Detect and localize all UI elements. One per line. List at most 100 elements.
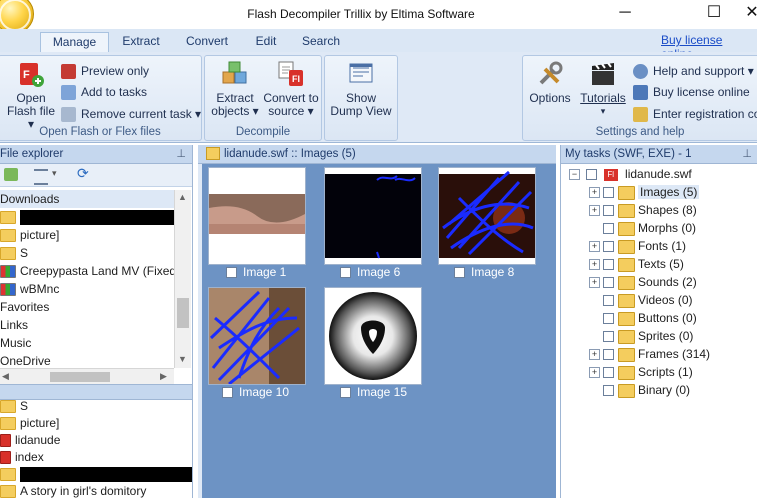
collapse-icon[interactable]: −: [569, 169, 580, 181]
tree-item-images[interactable]: + Images (5): [589, 183, 757, 201]
checkbox[interactable]: [603, 295, 615, 307]
tree-item-videos[interactable]: Videos (0): [589, 291, 757, 309]
checkbox[interactable]: [340, 387, 351, 399]
scroll-left-icon[interactable]: ◀: [2, 371, 9, 382]
list-item[interactable]: Music: [0, 334, 174, 352]
tab-extract[interactable]: Extract: [115, 32, 167, 52]
enter-registration-button[interactable]: Enter registration co: [633, 105, 757, 123]
expand-icon[interactable]: +: [589, 187, 600, 199]
list-item[interactable]: OneDrive: [0, 352, 174, 368]
extract-objects-button[interactable]: Extract objects ▾: [209, 60, 261, 118]
tree-item-scripts[interactable]: + Scripts (1): [589, 363, 757, 381]
pin-icon[interactable]: ⊥: [742, 145, 752, 163]
checkbox[interactable]: [340, 267, 351, 279]
view-list-icon[interactable]: [34, 169, 48, 185]
open-flash-file-button[interactable]: F Open Flash file ▾: [3, 60, 59, 131]
checkbox[interactable]: [603, 331, 615, 343]
folder-icon: [0, 247, 16, 261]
checkbox[interactable]: [603, 223, 615, 235]
tree-item-sounds[interactable]: + Sounds (2): [589, 273, 757, 291]
checkbox[interactable]: [226, 267, 237, 279]
folder-tree-vscroll[interactable]: ▲ ▼: [174, 190, 191, 368]
checkbox[interactable]: [222, 387, 233, 399]
preview-only-button[interactable]: Preview only: [61, 62, 149, 80]
tab-search[interactable]: Search: [296, 32, 346, 52]
remove-current-task-button[interactable]: Remove current task ▾: [61, 105, 201, 123]
show-dump-view-button[interactable]: Show Dump View: [327, 60, 395, 118]
scroll-up-icon[interactable]: ▲: [178, 192, 187, 202]
expand-icon[interactable]: +: [589, 367, 600, 379]
tab-edit[interactable]: Edit: [248, 32, 284, 52]
list-item[interactable]: A story in girl's domitory: [0, 483, 192, 498]
maximize-button[interactable]: ☐: [697, 2, 731, 24]
list-item[interactable]: Links: [0, 316, 174, 334]
pin-icon[interactable]: ⊥: [176, 145, 186, 163]
image-item-label[interactable]: Image 6: [340, 265, 400, 279]
checkbox[interactable]: [603, 385, 615, 397]
tree-root[interactable]: − Fl lidanude.swf: [569, 165, 692, 183]
list-item[interactable]: [0, 466, 192, 483]
checkbox[interactable]: [603, 313, 615, 325]
checkbox[interactable]: [603, 259, 615, 271]
tab-convert[interactable]: Convert: [179, 32, 235, 52]
list-item[interactable]: index: [0, 449, 192, 466]
vscroll-thumb[interactable]: [177, 298, 189, 328]
hscroll-thumb[interactable]: [50, 372, 110, 382]
tutorials-button[interactable]: Tutorials ▾: [577, 60, 629, 118]
checkbox[interactable]: [586, 169, 598, 181]
tree-item-sprites[interactable]: Sprites (0): [589, 327, 757, 345]
image-item-label[interactable]: Image 8: [454, 265, 514, 279]
checkbox[interactable]: [603, 277, 615, 289]
refresh-icon[interactable]: ⟳: [77, 165, 89, 182]
buy-license-button[interactable]: Buy license online: [633, 83, 750, 101]
checkbox[interactable]: [603, 241, 615, 253]
add-to-tasks-button[interactable]: Add to tasks: [61, 83, 147, 101]
list-item[interactable]: [0, 208, 174, 226]
checkbox[interactable]: [603, 205, 615, 217]
view-dropdown-icon[interactable]: ▾: [52, 168, 57, 179]
list-item[interactable]: lidanude: [0, 432, 192, 449]
list-item[interactable]: S: [0, 244, 174, 262]
expand-icon[interactable]: +: [589, 349, 600, 361]
image-item-label[interactable]: Image 10: [222, 385, 289, 399]
image-item-label[interactable]: Image 15: [340, 385, 407, 399]
checkbox[interactable]: [603, 367, 615, 379]
thumbnail-image-8[interactable]: [438, 167, 536, 265]
list-item[interactable]: Downloads: [0, 190, 174, 208]
close-button[interactable]: ✕: [735, 2, 757, 24]
tree-item-frames[interactable]: + Frames (314): [589, 345, 757, 363]
options-button[interactable]: Options: [525, 60, 575, 105]
image-item-label[interactable]: Image 1: [226, 265, 286, 279]
help-support-button[interactable]: Help and support ▾: [633, 62, 754, 80]
list-item[interactable]: picture]: [0, 226, 174, 244]
go-up-folder-icon[interactable]: [4, 168, 18, 181]
thumbnail-image-6[interactable]: [324, 167, 422, 265]
tab-manage[interactable]: Manage: [40, 32, 109, 53]
checkbox[interactable]: [603, 187, 615, 199]
list-item[interactable]: Favorites: [0, 298, 174, 316]
list-item[interactable]: wBMnc: [0, 280, 174, 298]
tree-item-buttons[interactable]: Buttons (0): [589, 309, 757, 327]
convert-to-source-button[interactable]: Fl Convert to source ▾: [261, 60, 321, 118]
folder-tree-hscroll[interactable]: ◀ ▶: [0, 368, 174, 385]
expand-icon[interactable]: +: [589, 259, 600, 271]
tree-item-shapes[interactable]: + Shapes (8): [589, 201, 757, 219]
list-item[interactable]: picture]: [0, 415, 192, 432]
tree-item-binary[interactable]: Binary (0): [589, 381, 757, 399]
tree-item-texts[interactable]: + Texts (5): [589, 255, 757, 273]
list-item[interactable]: S: [0, 398, 192, 415]
expand-icon[interactable]: +: [589, 241, 600, 253]
thumbnail-image-10[interactable]: [208, 287, 306, 386]
tree-item-morphs[interactable]: Morphs (0): [589, 219, 757, 237]
expand-icon[interactable]: +: [589, 277, 600, 289]
scroll-down-icon[interactable]: ▼: [178, 354, 187, 364]
checkbox[interactable]: [454, 267, 465, 279]
thumbnail-image-1[interactable]: [208, 167, 306, 265]
scroll-right-icon[interactable]: ▶: [160, 371, 167, 382]
checkbox[interactable]: [603, 349, 615, 361]
list-item[interactable]: Creepypasta Land MV (Fixed): [0, 262, 174, 280]
thumbnail-image-15[interactable]: [324, 287, 422, 385]
minimize-button[interactable]: ─: [608, 2, 642, 24]
tree-item-fonts[interactable]: + Fonts (1): [589, 237, 757, 255]
expand-icon[interactable]: +: [589, 205, 600, 217]
